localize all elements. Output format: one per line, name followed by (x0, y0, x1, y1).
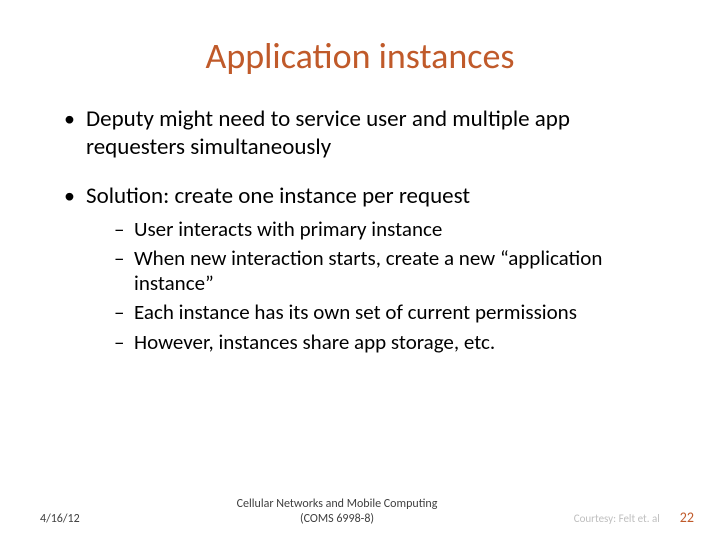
sub-bullet-text: When new interaction starts, create a ne… (134, 245, 602, 296)
sub-bullet-item: When new interaction starts, create a ne… (114, 246, 672, 296)
sub-bullet-text: User interacts with primary instance (134, 216, 442, 242)
footer-right: Courtesy: Felt et. al 22 (524, 509, 694, 526)
sub-bullet-item: However, instances share app storage, et… (114, 330, 672, 355)
sub-bullet-list: User interacts with primary instance Whe… (86, 217, 672, 355)
bullet-list: Deputy might need to service user and mu… (48, 106, 672, 355)
footer-center: Cellular Networks and Mobile Computing (… (150, 497, 524, 526)
sub-bullet-text: However, instances share app storage, et… (134, 329, 495, 355)
bullet-item: Solution: create one instance per reques… (64, 183, 672, 355)
bullet-text: Solution: create one instance per reques… (86, 182, 470, 210)
footer-courtesy: Courtesy: Felt et. al (574, 512, 660, 525)
bullet-text: Deputy might need to service user and mu… (86, 105, 570, 161)
slide-title: Application instances (48, 34, 672, 78)
sub-bullet-text: Each instance has its own set of current… (134, 299, 577, 325)
sub-bullet-item: User interacts with primary instance (114, 217, 672, 242)
footer-center-line1: Cellular Networks and Mobile Computing (150, 497, 524, 511)
footer: 4/16/12 Cellular Networks and Mobile Com… (0, 497, 720, 526)
slide-content: Deputy might need to service user and mu… (48, 106, 672, 355)
page-number: 22 (680, 509, 694, 526)
bullet-item: Deputy might need to service user and mu… (64, 106, 672, 161)
sub-bullet-item: Each instance has its own set of current… (114, 300, 672, 325)
slide: Application instances Deputy might need … (0, 0, 720, 540)
footer-center-line2: (COMS 6998-8) (150, 512, 524, 526)
footer-date: 4/16/12 (40, 512, 150, 526)
